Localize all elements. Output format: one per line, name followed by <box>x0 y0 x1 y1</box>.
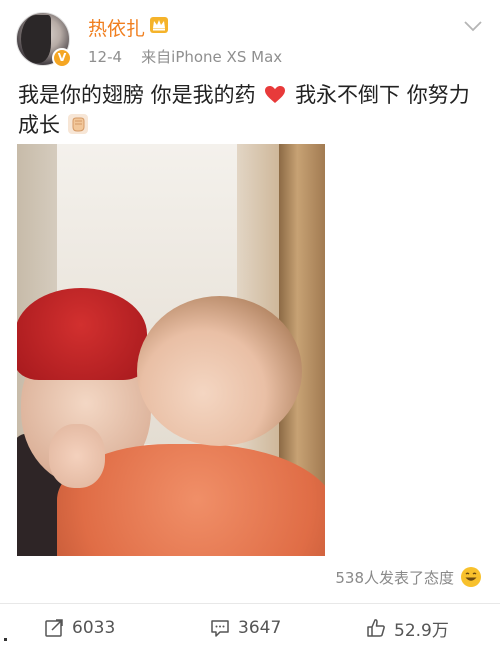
comment-icon <box>211 620 229 637</box>
crown-icon <box>150 17 168 33</box>
heart-icon <box>265 86 286 103</box>
thumbs-up-icon <box>367 619 385 637</box>
comment-button[interactable]: 3647 <box>210 614 281 642</box>
verified-badge: V <box>52 48 72 68</box>
photo-baby-head <box>137 296 302 446</box>
repost-count: 6033 <box>72 618 116 638</box>
post-photo[interactable] <box>17 144 325 556</box>
divider <box>0 603 500 604</box>
post-meta: 12-4 来自iPhone XS Max <box>88 46 282 67</box>
like-count: 52.9万 <box>394 620 449 641</box>
avatar-hair <box>21 15 51 63</box>
chevron-down-icon[interactable] <box>464 20 482 32</box>
fist-icon <box>67 114 88 134</box>
grinning-emoji-icon <box>461 567 481 587</box>
photo-hand <box>49 424 105 488</box>
reactions-summary[interactable]: 538人发表了态度 <box>335 566 482 588</box>
like-button[interactable]: 52.9万 <box>366 614 449 642</box>
post-date: 12-4 <box>88 48 123 66</box>
repost-button[interactable]: 6033 <box>44 614 115 642</box>
username[interactable]: 热依扎 <box>88 14 145 41</box>
corner-dot <box>4 638 7 641</box>
comment-count: 3647 <box>238 618 282 638</box>
post-header: V 热依扎 12-4 来自iPhone XS Max <box>0 0 500 80</box>
reactions-text: 538人发表了态度 <box>335 568 454 587</box>
post-text: 我是你的翅膀 你是我的药 我永不倒下 你努力成长 <box>18 80 488 140</box>
photo-red-hat <box>17 288 147 380</box>
post-text-part1: 我是你的翅膀 你是我的药 <box>18 83 256 107</box>
post-source: 来自iPhone XS Max <box>141 48 283 66</box>
repost-icon <box>45 619 63 637</box>
